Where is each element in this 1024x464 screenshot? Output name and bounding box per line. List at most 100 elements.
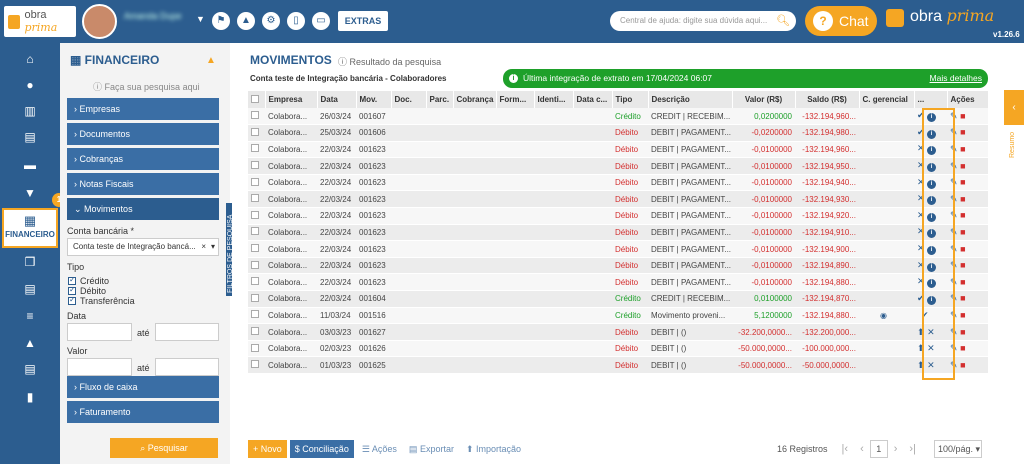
- valor-from-input[interactable]: [67, 358, 132, 376]
- close-icon[interactable]: ✕: [917, 193, 925, 203]
- table-row[interactable]: Colabora... 25/03/24 001606 Débito DEBIT | P…: [248, 124, 988, 142]
- section-cobrancas[interactable]: › Cobranças: [67, 148, 219, 170]
- valor-to-input[interactable]: [155, 358, 219, 376]
- data-to-input[interactable]: [155, 323, 219, 341]
- trash-icon[interactable]: ■: [960, 244, 965, 254]
- column-header[interactable]: Ações: [947, 91, 989, 108]
- table-row[interactable]: Colabora... 26/03/24 001607 Crédito CREDIT |…: [248, 108, 988, 126]
- per-page-select[interactable]: 100/pág. ▾: [933, 440, 982, 458]
- info-icon[interactable]: i: [927, 246, 937, 256]
- importacao-link[interactable]: ⬆ Importação: [466, 444, 521, 455]
- trash-icon[interactable]: ■: [960, 227, 965, 237]
- trash-icon[interactable]: ■: [960, 343, 965, 353]
- section-notas-fiscais[interactable]: › Notas Fiscais: [67, 173, 219, 195]
- column-header[interactable]: Saldo (R$): [795, 91, 860, 108]
- row-checkbox[interactable]: [248, 307, 265, 325]
- prev-page-icon[interactable]: ‹: [860, 443, 864, 455]
- trash-icon[interactable]: ■: [960, 111, 965, 121]
- column-header[interactable]: ...: [914, 91, 948, 108]
- edit-icon[interactable]: ✎: [950, 260, 958, 270]
- document-icon[interactable]: ▤: [0, 124, 60, 150]
- table-row[interactable]: Colabora... 22/03/24 001623 Débito DEBIT | P…: [248, 257, 988, 275]
- row-checkbox[interactable]: [248, 356, 265, 374]
- upload-icon[interactable]: ⬆: [917, 327, 925, 337]
- table-row[interactable]: Colabora... 02/03/23 001626 Débito DEBIT | (…: [248, 340, 988, 358]
- column-header[interactable]: Mov.: [356, 91, 392, 108]
- trash-icon[interactable]: ■: [960, 327, 965, 337]
- check-icon[interactable]: ✔: [917, 127, 925, 137]
- boxes-icon[interactable]: ❒: [0, 249, 60, 275]
- building-icon[interactable]: ▥: [0, 98, 60, 124]
- info-icon[interactable]: i: [927, 229, 937, 239]
- trash-icon[interactable]: ■: [960, 360, 965, 370]
- row-checkbox[interactable]: [248, 323, 265, 341]
- row-checkbox[interactable]: [248, 273, 265, 292]
- mountain-icon[interactable]: ▲: [0, 330, 60, 356]
- table-row[interactable]: Colabora... 03/03/23 001627 Débito DEBIT | (…: [248, 323, 988, 341]
- info-icon[interactable]: i: [927, 262, 937, 272]
- trash-icon[interactable]: ■: [960, 260, 965, 270]
- search-icon[interactable]: 🔍︎: [776, 11, 790, 31]
- column-header[interactable]: Data c...: [573, 91, 613, 108]
- upload-icon[interactable]: ⬆: [917, 343, 925, 353]
- column-header[interactable]: Doc.: [391, 91, 427, 108]
- section-documentos[interactable]: › Documentos: [67, 123, 219, 145]
- info-icon[interactable]: i: [927, 146, 937, 156]
- resumo-label[interactable]: Resumo: [1009, 132, 1016, 158]
- check-icon[interactable]: ✔: [921, 310, 929, 320]
- info-icon[interactable]: i: [927, 212, 937, 222]
- table-row[interactable]: Colabora... 22/03/24 001623 Débito DEBIT | P…: [248, 224, 988, 242]
- edit-icon[interactable]: ✎: [950, 360, 958, 370]
- close-icon[interactable]: ✕: [917, 260, 925, 270]
- close-icon[interactable]: ✕: [927, 343, 935, 353]
- edit-icon[interactable]: ✎: [950, 227, 958, 237]
- mobile-icon[interactable]: ▯: [287, 12, 305, 30]
- row-checkbox[interactable]: [248, 141, 265, 159]
- flag-icon[interactable]: ⚑: [212, 12, 230, 30]
- search-hint[interactable]: ⓘ Faça sua pesquisa aqui: [93, 80, 200, 93]
- mais-detalhes-link[interactable]: Mais detalhes: [930, 69, 982, 88]
- row-checkbox[interactable]: [248, 108, 265, 126]
- edit-icon[interactable]: ✎: [950, 310, 958, 320]
- close-icon[interactable]: ✕: [917, 177, 925, 187]
- user-icon[interactable]: ●: [0, 72, 60, 98]
- table-row[interactable]: Colabora... 22/03/24 001623 Débito DEBIT | P…: [248, 174, 988, 192]
- current-page[interactable]: 1: [869, 440, 888, 458]
- file-icon[interactable]: ▤: [0, 276, 60, 302]
- row-checkbox[interactable]: [248, 190, 265, 209]
- edit-icon[interactable]: ✎: [950, 194, 958, 204]
- graduation-icon[interactable]: ▲: [206, 55, 216, 66]
- trash-icon[interactable]: ■: [960, 277, 965, 287]
- edit-icon[interactable]: ✎: [950, 210, 958, 220]
- table-row[interactable]: Colabora... 22/03/24 001623 Débito DEBIT | P…: [248, 273, 988, 292]
- eye-icon[interactable]: ◉: [880, 311, 887, 320]
- home-icon[interactable]: ⌂: [0, 46, 60, 72]
- trash-icon[interactable]: ■: [960, 210, 965, 220]
- trash-icon[interactable]: ■: [960, 194, 965, 204]
- check-icon[interactable]: ✔: [917, 110, 925, 120]
- table-row[interactable]: Colabora... 22/03/24 001623 Débito DEBIT | P…: [248, 207, 988, 225]
- edit-icon[interactable]: ✎: [950, 327, 958, 337]
- column-header[interactable]: Identi...: [534, 91, 574, 108]
- row-checkbox[interactable]: [248, 207, 265, 225]
- column-header[interactable]: Valor (R$): [732, 91, 796, 108]
- row-checkbox[interactable]: [248, 340, 265, 358]
- help-search-input[interactable]: Central de ajuda: digite sua dúvida aqui…: [610, 11, 796, 31]
- section-faturamento[interactable]: › Faturamento: [67, 401, 219, 423]
- conciliacao-button[interactable]: $ Conciliação: [289, 440, 354, 458]
- close-icon[interactable]: ✕: [927, 360, 935, 370]
- table-row[interactable]: Colabora... 11/03/24 001516 Crédito Moviment…: [248, 307, 988, 325]
- chat-button[interactable]: ? Chat: [805, 6, 877, 36]
- info-icon[interactable]: i: [927, 279, 937, 289]
- acoes-link[interactable]: ☰ Ações: [362, 444, 397, 455]
- edit-icon[interactable]: ✎: [950, 127, 958, 137]
- trash-icon[interactable]: ■: [960, 293, 965, 303]
- edit-icon[interactable]: ✎: [950, 161, 958, 171]
- table-row[interactable]: Colabora... 01/03/23 001625 Débito DEBIT | (…: [248, 356, 988, 374]
- edit-icon[interactable]: ✎: [950, 144, 958, 154]
- chevron-down-icon[interactable]: ▼: [196, 14, 205, 24]
- tipo-transferencia-checkbox[interactable]: Transferência: [68, 295, 135, 306]
- last-page-icon[interactable]: ›|: [909, 443, 916, 455]
- trash-icon[interactable]: ■: [960, 177, 965, 187]
- trash-icon[interactable]: ■: [960, 144, 965, 154]
